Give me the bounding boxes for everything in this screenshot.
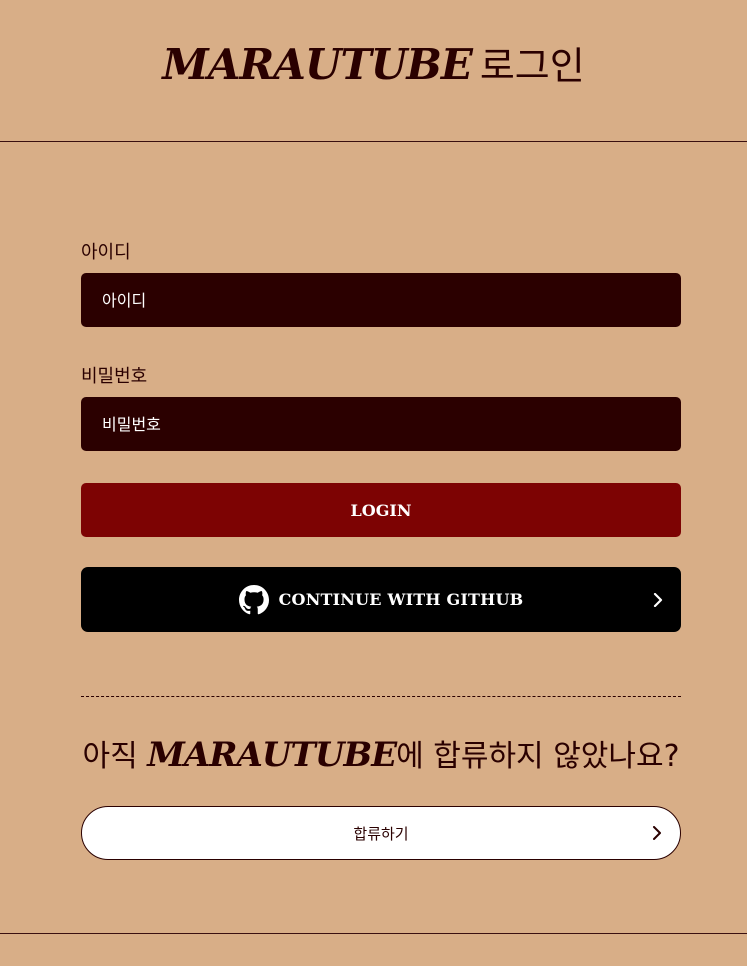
- section-divider: [81, 696, 681, 697]
- join-prompt: 아직 MARAUTUBE에 합류하지 않았나요?: [81, 731, 681, 775]
- login-form: 아이디 비밀번호 LOGIN CONTINUE WITH GITHUB 아직 M…: [81, 240, 681, 860]
- footer-divider: [0, 933, 747, 934]
- join-button-label: 합류하기: [353, 824, 409, 843]
- chevron-right-icon: [651, 592, 665, 607]
- page-title: MARAUTUBE 로그인: [162, 35, 584, 90]
- password-label: 비밀번호: [81, 366, 148, 387]
- github-button-label: CONTINUE WITH GITHUB: [278, 590, 524, 609]
- login-button[interactable]: LOGIN: [81, 483, 681, 537]
- page-title-text: 로그인: [479, 44, 585, 88]
- join-prompt-prefix: 아직: [82, 739, 138, 774]
- github-icon: [238, 584, 269, 615]
- password-input[interactable]: [81, 397, 681, 451]
- page-header: MARAUTUBE 로그인: [0, 0, 747, 142]
- github-login-button[interactable]: CONTINUE WITH GITHUB: [81, 567, 681, 632]
- brand-logo: MARAUTUBE: [162, 40, 473, 89]
- join-prompt-suffix: 에 합류하지 않았나요?: [396, 739, 680, 774]
- join-button[interactable]: 합류하기: [81, 806, 681, 860]
- username-label: 아이디: [81, 242, 131, 263]
- join-prompt-brand: MARAUTUBE: [147, 735, 397, 775]
- username-group: 아이디: [81, 240, 681, 327]
- chevron-right-icon: [650, 826, 664, 840]
- password-group: 비밀번호: [81, 364, 681, 451]
- username-input[interactable]: [81, 273, 681, 327]
